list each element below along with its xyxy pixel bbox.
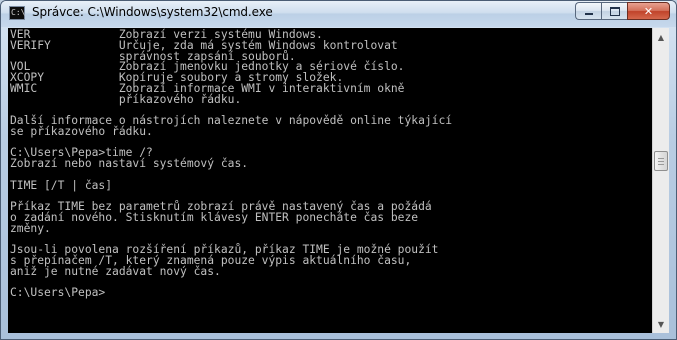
- console-line: se příkazového řádku.: [10, 124, 153, 138]
- grip-line: [658, 164, 664, 165]
- title-bar[interactable]: C:\ Správce: C:\Windows\system32\cmd.exe…: [1, 1, 676, 27]
- minimize-icon: [584, 13, 593, 15]
- maximize-button[interactable]: [601, 2, 627, 20]
- close-icon: ✕: [643, 4, 654, 18]
- window-title: Správce: C:\Windows\system32\cmd.exe: [32, 5, 273, 19]
- console-line: C:\Users\Pepa>: [10, 286, 106, 299]
- console-line: příkazového řádku.: [10, 92, 242, 106]
- console-line: o zadání nového. Stisknutím klávesy ENTE…: [10, 210, 419, 224]
- caption-buttons: ✕: [575, 2, 670, 21]
- close-button[interactable]: ✕: [627, 2, 670, 20]
- console-text[interactable]: VER Zobrazí verzi systému Windows. VERIF…: [8, 29, 652, 299]
- console-line: TIME [/T | čas]: [10, 178, 113, 192]
- minimize-button[interactable]: [575, 2, 601, 20]
- scroll-up-arrow-icon[interactable]: ▲: [653, 29, 669, 45]
- scroll-down-arrow-icon[interactable]: ▼: [653, 316, 669, 332]
- console-line: Zobrazí nebo nastaví systémový čas.: [10, 157, 249, 170]
- grip-line: [658, 161, 664, 162]
- scrollbar-thumb[interactable]: [654, 151, 668, 171]
- console-line: aniž je nutné zadávat nový čas.: [10, 264, 221, 278]
- console-line: změny.: [10, 221, 51, 235]
- console-icon[interactable]: C:\: [9, 6, 25, 20]
- grip-line: [658, 158, 664, 159]
- vertical-scrollbar[interactable]: ▲ ▼: [652, 28, 669, 333]
- console-output[interactable]: VER Zobrazí verzi systému Windows. VERIF…: [8, 28, 652, 333]
- maximize-icon: [609, 6, 620, 16]
- cmd-window: C:\ Správce: C:\Windows\system32\cmd.exe…: [0, 0, 677, 340]
